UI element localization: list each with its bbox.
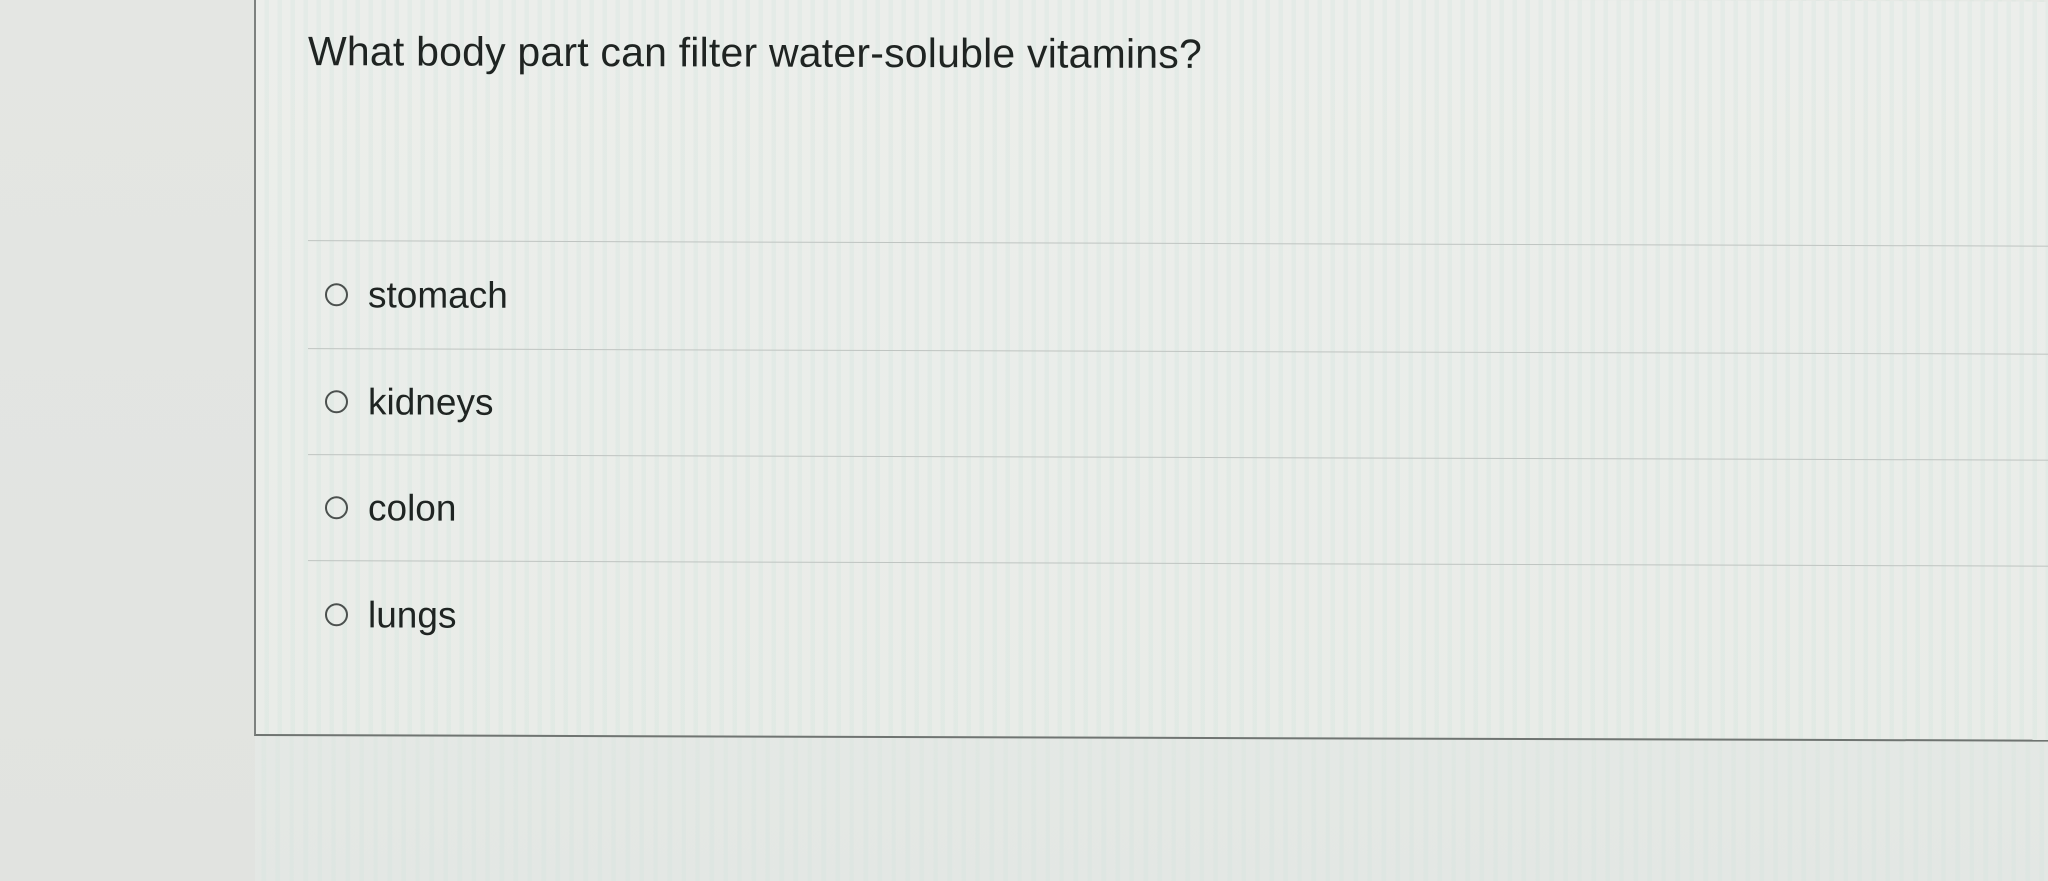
option-label: stomach <box>368 273 508 316</box>
answer-options: stomach kidneys colon lungs <box>308 240 2048 674</box>
answer-option-kidneys[interactable]: kidneys <box>308 348 2048 460</box>
option-label: colon <box>368 486 457 529</box>
radio-button[interactable] <box>325 283 348 307</box>
answer-option-lungs[interactable]: lungs <box>308 560 2048 674</box>
radio-button[interactable] <box>325 390 348 414</box>
question-text: What body part can filter water-soluble … <box>308 28 1202 77</box>
option-label: lungs <box>368 593 457 636</box>
answer-option-colon[interactable]: colon <box>308 454 2048 566</box>
radio-button[interactable] <box>325 603 348 627</box>
page-margin <box>0 0 255 881</box>
option-label: kidneys <box>368 380 494 423</box>
radio-button[interactable] <box>325 496 348 520</box>
question-card: What body part can filter water-soluble … <box>254 0 2048 742</box>
answer-option-stomach[interactable]: stomach <box>308 240 2048 354</box>
